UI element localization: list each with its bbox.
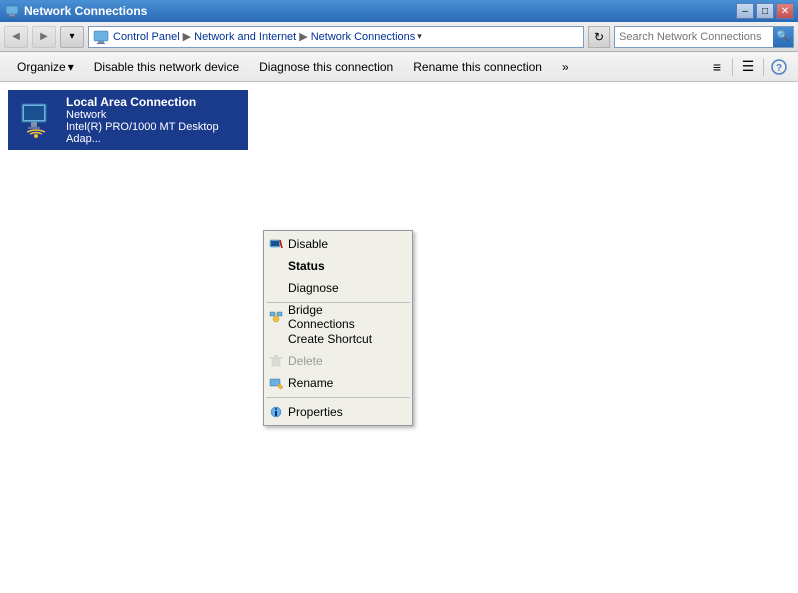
separator2 [763, 58, 764, 76]
network-item-adapter: Intel(R) PRO/1000 MT Desktop Adap... [66, 121, 240, 145]
ctx-item-delete[interactable]: Delete [264, 350, 412, 372]
properties-icon [268, 404, 284, 420]
network-adapter-icon [16, 100, 56, 140]
more-button[interactable]: » [553, 56, 578, 78]
window-title: Network Connections [24, 4, 736, 18]
app-icon [4, 3, 20, 19]
network-item-local-area-connection[interactable]: Local Area Connection Network Intel(R) P… [8, 90, 248, 150]
search-button[interactable]: 🔍 [773, 27, 793, 47]
network-item-info: Local Area Connection Network Intel(R) P… [66, 95, 240, 145]
main-content: Local Area Connection Network Intel(R) P… [0, 82, 798, 593]
title-bar: Network Connections – □ ✕ [0, 0, 798, 22]
breadcrumb-networkinternet[interactable]: Network and Internet [194, 31, 296, 43]
maximize-button[interactable]: □ [756, 3, 774, 19]
close-button[interactable]: ✕ [776, 3, 794, 19]
search-box: 🔍 [614, 26, 794, 48]
search-input[interactable] [615, 31, 773, 43]
context-menu-separator-2 [266, 397, 410, 398]
dropdown-button[interactable]: ▾ [60, 26, 84, 48]
ctx-item-disable[interactable]: Disable [264, 233, 412, 255]
disable-network-device-button[interactable]: Disable this network device [85, 56, 248, 78]
view-list-button[interactable]: ☰ [737, 56, 759, 78]
view-options-button[interactable]: ≡ [706, 56, 728, 78]
network-item-name: Local Area Connection [66, 95, 240, 109]
bridge-icon [268, 309, 284, 325]
minimize-button[interactable]: – [736, 3, 754, 19]
back-button[interactable]: ◀ [4, 26, 28, 48]
svg-text:?: ? [776, 63, 782, 74]
ctx-item-diagnose[interactable]: Diagnose [264, 277, 412, 299]
window-controls: – □ ✕ [736, 3, 794, 19]
delete-icon [268, 353, 284, 369]
refresh-button[interactable]: ↻ [588, 26, 610, 48]
breadcrumb-controlpanel[interactable]: Control Panel [113, 31, 180, 43]
ctx-item-properties[interactable]: Properties [264, 401, 412, 423]
rename-icon [268, 375, 284, 391]
forward-button[interactable]: ▶ [32, 26, 56, 48]
breadcrumb-icon [93, 29, 113, 45]
toolbar: Organize ▾ Disable this network device D… [0, 52, 798, 82]
ctx-item-rename[interactable]: Rename [264, 372, 412, 394]
network-item-type: Network [66, 109, 240, 121]
ctx-item-status[interactable]: Status [264, 255, 412, 277]
ctx-item-bridge-connections[interactable]: Bridge Connections [264, 306, 412, 328]
disable-icon [268, 236, 284, 252]
ctx-item-create-shortcut[interactable]: Create Shortcut [264, 328, 412, 350]
separator [732, 58, 733, 76]
toolbar-right: ≡ ☰ ? [706, 56, 790, 78]
rename-connection-button[interactable]: Rename this connection [404, 56, 551, 78]
breadcrumb: Control Panel ▶ Network and Internet ▶ N… [88, 26, 584, 48]
address-bar: ◀ ▶ ▾ Control Panel ▶ Network and Intern… [0, 22, 798, 52]
diagnose-connection-button[interactable]: Diagnose this connection [250, 56, 402, 78]
context-menu: Disable Status Diagnose Bridge Connectio… [263, 230, 413, 426]
organize-button[interactable]: Organize ▾ [8, 56, 83, 78]
help-button[interactable]: ? [768, 56, 790, 78]
breadcrumb-networkconnections[interactable]: Network Connections [311, 31, 416, 43]
